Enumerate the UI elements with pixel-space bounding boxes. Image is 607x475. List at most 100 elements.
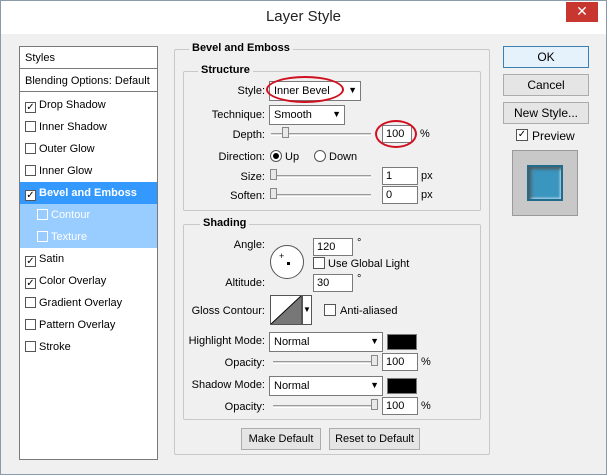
checkbox-bevel-emboss[interactable]: ✓: [25, 190, 36, 201]
direction-up-label: Up: [285, 151, 300, 163]
antialiased-label: Anti-aliased: [340, 305, 398, 317]
style-item-contour[interactable]: Contour: [20, 204, 157, 226]
checkbox-inner-glow[interactable]: [25, 165, 36, 176]
gloss-contour-dropdown[interactable]: ▼: [302, 295, 312, 325]
highlight-opacity-field[interactable]: 100: [382, 353, 418, 371]
style-item-inner-shadow[interactable]: Inner Shadow: [20, 116, 157, 138]
size-label: Size:: [240, 171, 265, 183]
gloss-contour-swatch[interactable]: [270, 295, 302, 325]
highlight-mode-label: Highlight Mode:: [188, 335, 265, 347]
shadow-mode-select[interactable]: Normal ▼: [269, 376, 383, 396]
close-button[interactable]: ✕: [566, 2, 598, 22]
global-light-checkbox[interactable]: [313, 257, 325, 269]
checkbox-gradient-overlay[interactable]: [25, 297, 36, 308]
angle-field[interactable]: 120: [313, 238, 353, 256]
checkbox-outer-glow[interactable]: [25, 143, 36, 154]
style-item-drop-shadow[interactable]: ✓ Drop Shadow: [20, 94, 157, 116]
checkbox-inner-shadow[interactable]: [25, 121, 36, 132]
direction-label: Direction:: [218, 151, 265, 163]
shadow-opacity-label: Opacity:: [224, 401, 265, 413]
shadow-opacity-field[interactable]: 100: [382, 397, 418, 415]
technique-select-value: Smooth: [274, 109, 312, 121]
make-default-button[interactable]: Make Default: [241, 428, 321, 450]
depth-slider-thumb[interactable]: [282, 127, 289, 138]
highlight-opacity-unit: %: [421, 356, 431, 368]
crosshair-icon: +: [279, 251, 285, 261]
style-label: Style:: [237, 85, 265, 97]
direction-down-radio[interactable]: [314, 150, 326, 162]
style-item-label: Inner Shadow: [39, 121, 107, 133]
depth-label: Depth:: [232, 129, 265, 141]
altitude-field[interactable]: 30: [313, 274, 353, 292]
soften-field[interactable]: 0: [382, 186, 418, 204]
style-item-gradient-overlay[interactable]: Gradient Overlay: [20, 292, 157, 314]
checkbox-contour[interactable]: [37, 209, 48, 220]
angle-dial[interactable]: +: [270, 245, 304, 279]
annotation-ellipse-style: [266, 76, 344, 103]
chevron-down-icon: ▼: [370, 336, 379, 346]
style-item-color-overlay[interactable]: ✓ Color Overlay: [20, 270, 157, 292]
highlight-color-swatch[interactable]: [387, 334, 417, 350]
style-item-label: Outer Glow: [39, 143, 95, 155]
global-light-label: Use Global Light: [328, 258, 410, 270]
size-slider[interactable]: [271, 175, 371, 178]
checkbox-texture[interactable]: [37, 231, 48, 242]
soften-label: Soften:: [230, 190, 265, 202]
shadow-opacity-slider[interactable]: [273, 405, 377, 408]
bevel-emboss-title: Bevel and Emboss: [189, 42, 293, 54]
altitude-label: Altitude:: [225, 277, 265, 289]
dialog-title: Layer Style: [265, 8, 342, 25]
layer-style-dialog: Layer Style ✕ Styles Blending Options: D…: [0, 0, 607, 475]
structure-title: Structure: [198, 64, 253, 76]
size-slider-thumb[interactable]: [270, 169, 277, 180]
shadow-opacity-thumb[interactable]: [371, 399, 378, 410]
styles-list: Styles Blending Options: Default ✓ Drop S…: [19, 46, 158, 460]
angle-label: Angle:: [233, 239, 265, 251]
style-item-texture[interactable]: Texture: [20, 226, 157, 248]
shadow-mode-label: Shadow Mode:: [191, 379, 265, 391]
size-field[interactable]: 1: [382, 167, 418, 185]
annotation-ellipse-depth: [375, 120, 417, 148]
style-item-bevel-emboss[interactable]: ✓ Bevel and Emboss: [20, 182, 157, 204]
checkbox-stroke[interactable]: [25, 341, 36, 352]
soften-unit: px: [421, 189, 433, 201]
soften-slider-thumb[interactable]: [270, 188, 277, 199]
preview-thumbnail: [512, 150, 578, 216]
highlight-mode-value: Normal: [274, 336, 310, 348]
technique-label: Technique:: [211, 109, 265, 121]
soften-slider[interactable]: [271, 194, 371, 197]
style-item-satin[interactable]: ✓ Satin: [20, 248, 157, 270]
styles-header[interactable]: Styles: [20, 47, 157, 69]
checkbox-pattern-overlay[interactable]: [25, 319, 36, 330]
checkbox-satin[interactable]: ✓: [25, 256, 36, 267]
direction-up-radio[interactable]: [270, 150, 282, 162]
size-unit: px: [421, 170, 433, 182]
gloss-contour-label: Gloss Contour:: [191, 305, 265, 317]
blending-options-item[interactable]: Blending Options: Default: [20, 70, 157, 92]
highlight-opacity-slider[interactable]: [273, 361, 377, 364]
highlight-mode-select[interactable]: Normal ▼: [269, 332, 383, 352]
style-item-inner-glow[interactable]: Inner Glow: [20, 160, 157, 182]
checkbox-drop-shadow[interactable]: ✓: [25, 102, 36, 113]
style-item-label: Texture: [51, 231, 88, 243]
style-item-pattern-overlay[interactable]: Pattern Overlay: [20, 314, 157, 336]
chevron-down-icon: ▼: [370, 380, 379, 390]
chevron-down-icon: ▼: [348, 85, 357, 95]
antialiased-checkbox[interactable]: [324, 304, 336, 316]
checkbox-color-overlay[interactable]: ✓: [25, 278, 36, 289]
style-item-stroke[interactable]: Stroke: [20, 336, 157, 358]
reset-to-default-button[interactable]: Reset to Default: [329, 428, 420, 450]
style-item-label: Drop Shadow: [39, 99, 106, 111]
cancel-button[interactable]: Cancel: [503, 74, 589, 96]
technique-select[interactable]: Smooth ▼: [269, 105, 345, 125]
preview-checkbox[interactable]: ✓: [516, 129, 528, 141]
ok-button[interactable]: OK: [503, 46, 589, 68]
depth-unit: %: [420, 128, 430, 140]
highlight-opacity-thumb[interactable]: [371, 355, 378, 366]
style-item-outer-glow[interactable]: Outer Glow: [20, 138, 157, 160]
highlight-opacity-label: Opacity:: [224, 357, 265, 369]
new-style-button[interactable]: New Style...: [503, 102, 589, 124]
shadow-color-swatch[interactable]: [387, 378, 417, 394]
altitude-unit: °: [357, 273, 362, 285]
style-item-label: Inner Glow: [39, 165, 93, 177]
